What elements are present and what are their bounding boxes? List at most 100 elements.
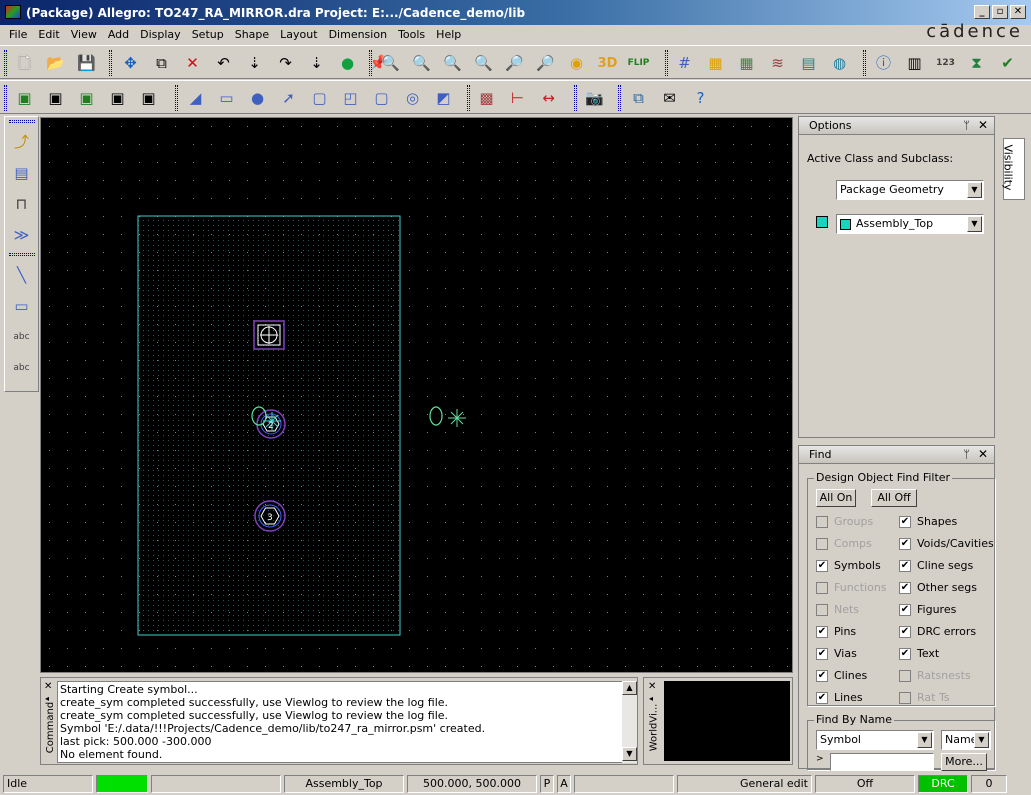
find-filter-figures[interactable]: ✔ Figures <box>899 603 956 616</box>
checkbox[interactable] <box>816 537 828 550</box>
add-text-icon[interactable]: abc <box>5 321 38 352</box>
chevron-down-icon[interactable]: ▼ <box>967 182 982 198</box>
worldview-screen[interactable] <box>664 681 790 761</box>
checkbox[interactable] <box>899 669 911 682</box>
manual-void-icon[interactable]: ▢ <box>305 84 334 112</box>
add-connect-icon[interactable]: ⤴ <box>5 126 38 157</box>
find-filter-vias[interactable]: ✔ Vias <box>816 647 857 660</box>
find-filter-pins[interactable]: ✔ Pins <box>816 625 856 638</box>
find-filter-drc-errors[interactable]: ✔ DRC errors <box>899 625 976 638</box>
find-name-input[interactable] <box>830 753 934 771</box>
menu-file[interactable]: File <box>4 28 33 41</box>
select-shape-icon[interactable]: ➚ <box>274 84 303 112</box>
fix-icon[interactable]: ● <box>333 49 362 77</box>
pin-3-pad[interactable]: 3 <box>254 500 286 532</box>
checkbox[interactable]: ✔ <box>899 625 911 638</box>
close-icon[interactable]: ✕ <box>648 681 656 692</box>
checkbox[interactable]: ✔ <box>899 647 911 660</box>
zoom-world-icon[interactable]: 🔎 <box>531 49 560 77</box>
find-filter-text[interactable]: ✔ Text <box>899 647 939 660</box>
pin-1-pad[interactable] <box>253 320 285 350</box>
chevron-right-icon[interactable]: > <box>816 754 824 764</box>
visibility-tab[interactable]: Visibility <box>1002 138 1025 200</box>
checkbox[interactable]: ✔ <box>899 537 911 550</box>
toolbar-grip[interactable] <box>467 85 470 111</box>
layer-visibility-icon[interactable]: ≋ <box>763 49 792 77</box>
toolbar-grip[interactable] <box>618 85 621 111</box>
close-icon[interactable]: ✕ <box>978 118 988 132</box>
void-circle-icon[interactable]: ◎ <box>398 84 427 112</box>
checkbox[interactable]: ✔ <box>816 669 828 682</box>
menu-dimension[interactable]: Dimension <box>324 28 393 41</box>
find-mode-dropdown[interactable]: Name ▼ <box>941 730 991 750</box>
chevron-down-icon[interactable]: ▼ <box>967 216 982 232</box>
toolbar-grip[interactable] <box>4 85 7 111</box>
find-filter-rat-ts[interactable]: Rat Ts <box>899 691 950 704</box>
all-off-button[interactable]: All Off <box>871 489 917 507</box>
find-type-dropdown[interactable]: Symbol ▼ <box>816 730 934 750</box>
menu-setup[interactable]: Setup <box>187 28 230 41</box>
pin-icon[interactable]: ◂ <box>649 694 653 703</box>
pin-icon[interactable]: ᛘ <box>963 119 970 132</box>
grid-icon[interactable]: # <box>670 49 699 77</box>
command-window-handle[interactable]: ✕ ◂ Command <box>41 678 57 764</box>
zoom-fit-icon[interactable]: 🔍 <box>407 49 436 77</box>
connect-icon[interactable]: ▣ <box>41 84 70 112</box>
find-filter-comps[interactable]: Comps <box>816 537 872 550</box>
all-on-button[interactable]: All On <box>816 489 856 507</box>
zoom-previous-icon[interactable]: 🔎 <box>500 49 529 77</box>
menu-display[interactable]: Display <box>135 28 187 41</box>
delete-icon[interactable]: ✕ <box>178 49 207 77</box>
close-button[interactable]: ✕ <box>1010 5 1026 19</box>
more-button[interactable]: More... <box>941 753 987 771</box>
checkbox[interactable] <box>816 515 828 528</box>
menu-layout[interactable]: Layout <box>275 28 323 41</box>
redo-step-icon[interactable]: ⇣ <box>302 49 331 77</box>
find-filter-voids-cavities[interactable]: ✔ Voids/Cavities <box>899 537 994 550</box>
scroll-down-icon[interactable]: ▼ <box>622 747 637 761</box>
mail-icon[interactable]: ✉ <box>655 84 684 112</box>
place-pin-icon[interactable]: ▣ <box>10 84 39 112</box>
find-filter-symbols[interactable]: ✔ Symbols <box>816 559 881 572</box>
toolbar-grip[interactable] <box>8 253 35 256</box>
checkbox[interactable]: ✔ <box>899 559 911 572</box>
find-filter-ratsnests[interactable]: Ratsnests <box>899 669 971 682</box>
toolbar-grip[interactable] <box>4 50 7 76</box>
checkbox[interactable] <box>816 581 828 594</box>
dimension-icon[interactable]: ⊢ <box>503 84 532 112</box>
find-filter-other-segs[interactable]: ✔ Other segs <box>899 581 977 594</box>
toolbar-grip[interactable] <box>574 85 577 111</box>
drc-check-icon[interactable]: ✔ <box>993 49 1022 77</box>
checkbox[interactable]: ✔ <box>816 691 828 704</box>
find-filter-lines[interactable]: ✔ Lines <box>816 691 863 704</box>
worldview-handle[interactable]: ✕ ◂ WorldVi... <box>644 678 662 764</box>
menu-help[interactable]: Help <box>431 28 467 41</box>
subclass-color-swatch[interactable] <box>816 216 828 228</box>
find-filter-functions[interactable]: Functions <box>816 581 887 594</box>
toolbar-grip[interactable] <box>8 120 35 123</box>
checkbox[interactable]: ✔ <box>899 603 911 616</box>
route-icon[interactable]: ▣ <box>134 84 163 112</box>
reports-icon[interactable]: ▥ <box>900 49 929 77</box>
undo-step-icon[interactable]: ⇣ <box>240 49 269 77</box>
update-icon[interactable]: ◉ <box>1024 49 1031 77</box>
status-p-button[interactable]: P <box>540 775 554 793</box>
find-filter-nets[interactable]: Nets <box>816 603 859 616</box>
checkbox[interactable] <box>899 691 911 704</box>
subclass-dropdown[interactable]: Assembly_Top ▼ <box>836 214 984 234</box>
checkbox[interactable] <box>816 603 828 616</box>
copy-icon[interactable]: ⧉ <box>147 49 176 77</box>
undo-icon[interactable]: ↶ <box>209 49 238 77</box>
measure-icon[interactable]: 123 <box>931 49 960 77</box>
checkbox[interactable]: ✔ <box>899 515 911 528</box>
place-component-icon[interactable]: ▤ <box>5 157 38 188</box>
save-icon[interactable]: 💾 <box>72 49 101 77</box>
edit-boundary-icon[interactable]: ◰ <box>336 84 365 112</box>
toolbar-grip[interactable] <box>175 85 178 111</box>
zoom-points-icon[interactable]: 🔍 <box>376 49 405 77</box>
allegro-app-icon[interactable] <box>5 5 21 19</box>
add-rectangle-icon[interactable]: ▭ <box>5 290 38 321</box>
status-a-button[interactable]: A <box>557 775 571 793</box>
swap-pins-icon[interactable]: ⊓ <box>5 188 38 219</box>
shape-polygon-icon[interactable]: ◢ <box>181 84 210 112</box>
